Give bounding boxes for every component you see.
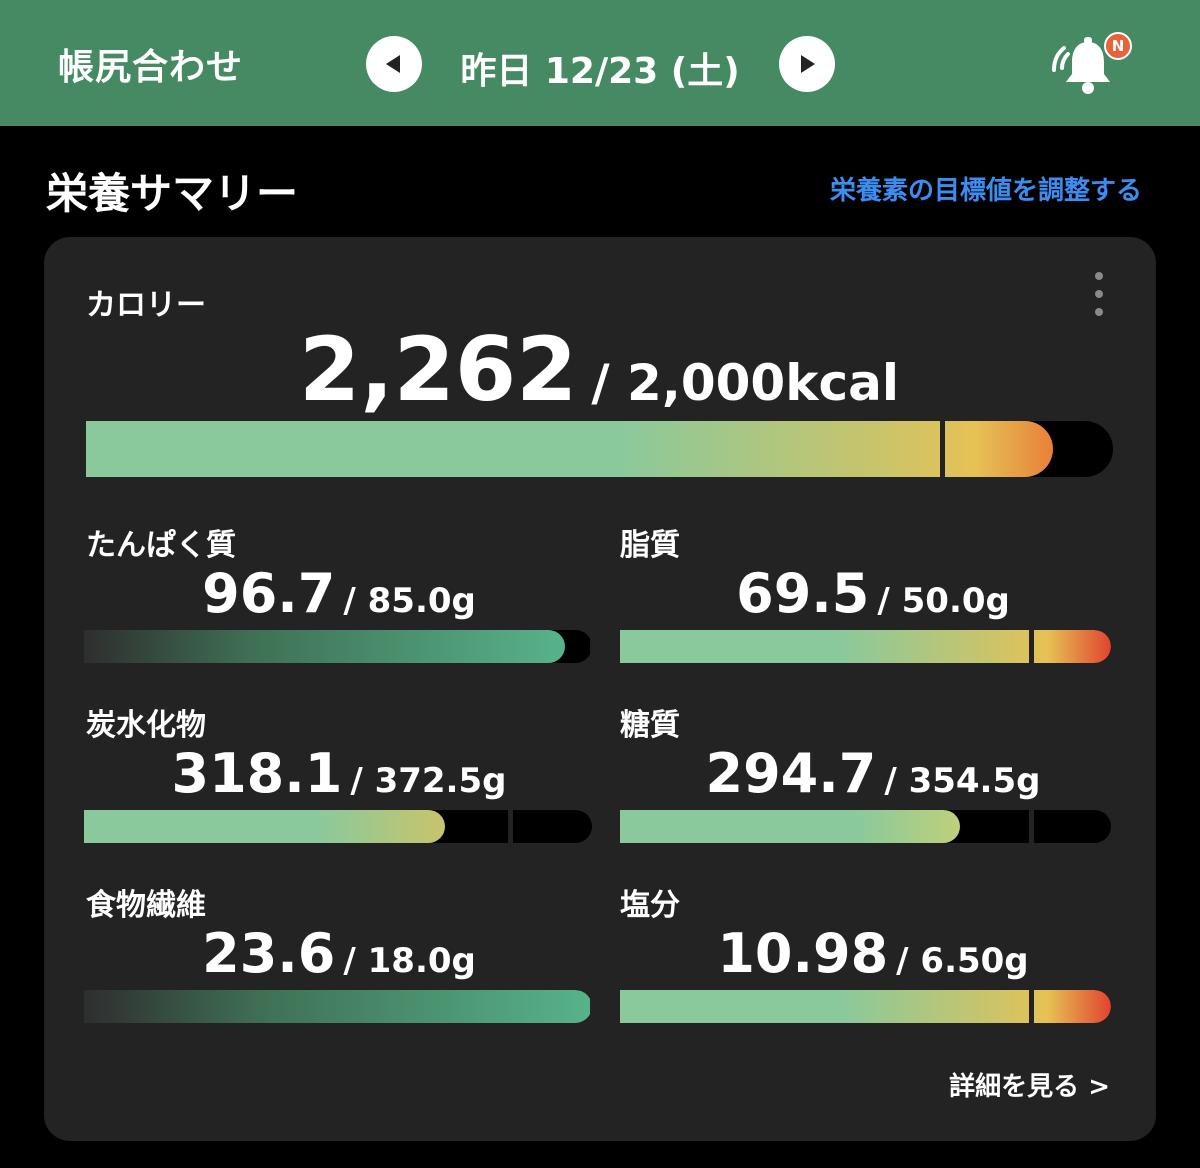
nutrient-amount: 69.5 — [736, 562, 870, 625]
nutrient-amount: 10.98 — [717, 922, 889, 985]
nutrient-bar-carbohydrate — [84, 810, 592, 843]
adjust-targets-link[interactable]: 栄養素の目標値を調整する — [830, 170, 1142, 207]
nutrient-target-marker — [1029, 630, 1034, 663]
calorie-value: 2,262/ 2,000kcal — [86, 318, 1112, 421]
nutrient-value-fiber: 23.6/ 18.0g — [86, 922, 592, 985]
calorie-progress-fill — [86, 421, 1053, 477]
nutrient-target: / 18.0g — [343, 941, 476, 981]
calorie-progress-bar — [86, 421, 1113, 477]
calorie-target: / 2,000kcal — [591, 354, 899, 412]
nutrient-value-sugar: 294.7/ 354.5g — [620, 742, 1126, 805]
date-label: 昨日 12/23 (土) — [460, 51, 740, 92]
nutrient-bar-fat — [620, 630, 1111, 663]
nutrient-bar-fill — [84, 990, 592, 1023]
nutrient-bar-fill — [620, 630, 1111, 663]
nutrient-bar-fill — [620, 810, 960, 843]
nutrient-label-fat: 脂質 — [620, 528, 680, 563]
nutrient-target-marker — [1029, 810, 1034, 843]
nutrient-value-protein: 96.7/ 85.0g — [86, 562, 592, 625]
nutrient-value-salt: 10.98/ 6.50g — [620, 922, 1126, 985]
nutrient-target-marker — [508, 810, 513, 843]
nutrient-label-fiber: 食物繊維 — [86, 888, 206, 923]
nutrient-target-marker — [1029, 990, 1034, 1023]
nutrient-amount: 294.7 — [705, 742, 877, 805]
nutrient-target: / 50.0g — [877, 581, 1010, 621]
more-options-icon[interactable] — [1093, 272, 1105, 316]
nutrient-value-fat: 69.5/ 50.0g — [620, 562, 1126, 625]
nutrient-target: / 354.5g — [884, 761, 1041, 801]
app-title: 帳尻合わせ — [58, 47, 244, 88]
calorie-target-marker — [940, 421, 945, 477]
view-details-link[interactable]: 詳細を見る > — [949, 1066, 1110, 1103]
nutrient-label-sugar: 糖質 — [620, 708, 680, 743]
notification-badge: N — [1104, 32, 1132, 60]
nutrient-bar-fill — [84, 810, 445, 843]
nutrient-value-carbohydrate: 318.1/ 372.5g — [86, 742, 592, 805]
nutrient-target: / 6.50g — [896, 941, 1029, 981]
nutrient-amount: 318.1 — [171, 742, 343, 805]
prev-day-button[interactable] — [366, 36, 422, 92]
nutrient-label-salt: 塩分 — [620, 888, 680, 923]
nutrient-amount: 96.7 — [202, 562, 336, 625]
nutrient-label-carbohydrate: 炭水化物 — [86, 708, 206, 743]
triangle-right-icon — [801, 55, 815, 73]
triangle-left-icon — [386, 55, 400, 73]
nutrient-target: / 85.0g — [343, 581, 476, 621]
nutrient-target-marker — [590, 990, 592, 1023]
nutrient-target: / 372.5g — [350, 761, 507, 801]
nutrient-bar-fiber — [84, 990, 592, 1023]
app-header: 帳尻合わせ 昨日 12/23 (土) N — [0, 0, 1200, 126]
nutrient-target-marker — [590, 630, 592, 663]
nutrient-bar-salt — [620, 990, 1111, 1023]
nutrient-bar-fill — [620, 990, 1111, 1023]
nutrient-bar-protein — [84, 630, 592, 663]
nutrient-amount: 23.6 — [202, 922, 336, 985]
calorie-amount: 2,262 — [299, 318, 578, 421]
section-title: 栄養サマリー — [46, 169, 299, 218]
nutrient-bar-sugar — [620, 810, 1111, 843]
nutrient-label-protein: たんぱく質 — [86, 528, 236, 563]
nutrient-bar-fill — [84, 630, 565, 663]
next-day-button[interactable] — [779, 36, 835, 92]
